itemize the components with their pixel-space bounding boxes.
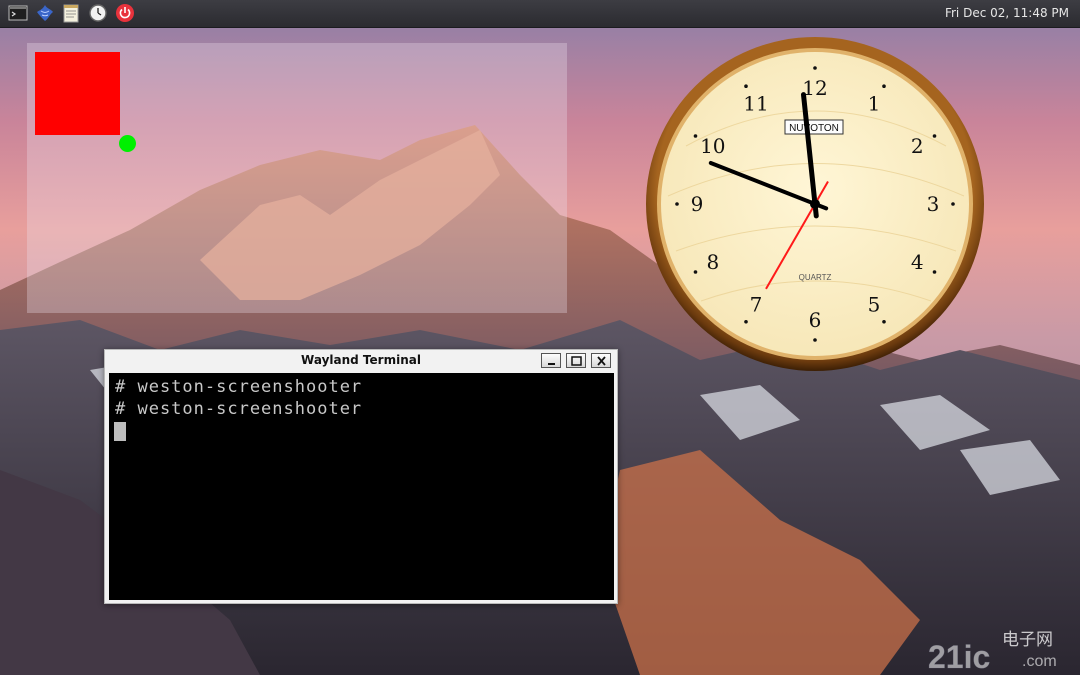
clock-icon[interactable] [88, 3, 108, 23]
clock-numeral: 2 [911, 134, 924, 158]
minimize-icon [548, 363, 555, 365]
power-icon[interactable] [115, 3, 135, 23]
terminal-line: # weston-screenshooter [115, 399, 363, 419]
watermark-cn: 电子网 [1002, 630, 1053, 650]
terminal-cursor [114, 422, 126, 441]
clock-tick [744, 319, 748, 324]
clock-tick [675, 202, 679, 206]
panel-datetime[interactable]: Fri Dec 02, 11:48 PM [945, 6, 1069, 20]
clock-tick [932, 270, 937, 274]
red-square[interactable] [35, 52, 120, 135]
clock-numeral: 3 [927, 192, 940, 216]
close-icon [597, 356, 606, 366]
clock-numeral: 5 [868, 292, 881, 316]
clock-numeral: 11 [743, 92, 768, 116]
clock-center-pin [810, 199, 820, 209]
clock-tick [813, 338, 817, 342]
clock-numeral: 10 [700, 134, 725, 158]
translucent-demo-surface[interactable] [27, 43, 567, 313]
clock-tick [882, 84, 886, 89]
clock-tick [693, 270, 698, 274]
terminal-window[interactable]: Wayland Terminal # weston-screenshooter … [104, 349, 618, 604]
maximize-button[interactable] [566, 353, 586, 368]
clock-tick [951, 202, 955, 206]
clock-tick [744, 84, 748, 89]
clock-numeral: 8 [706, 250, 719, 274]
top-panel: Fri Dec 02, 11:48 PM [0, 0, 1080, 28]
analog-clock[interactable]: 121234567891011 NUVOTON QUARTZ [646, 36, 986, 372]
notepad-icon[interactable] [61, 3, 81, 23]
clock-movement-label: QUARTZ [799, 273, 832, 282]
maximize-icon [571, 356, 582, 366]
clock-tick [932, 134, 937, 138]
watermark-domain: .com [1022, 653, 1057, 670]
flower-icon[interactable] [35, 3, 55, 23]
terminal-output[interactable]: # weston-screenshooter # weston-screensh… [109, 373, 614, 600]
watermark-21ic: 21ic [928, 639, 990, 672]
clock-brand: NUVOTON [789, 123, 839, 134]
terminal-icon[interactable] [8, 3, 28, 23]
green-dot[interactable] [119, 135, 136, 152]
terminal-line: # weston-screenshooter [115, 377, 363, 397]
clock-numeral: 9 [691, 192, 704, 216]
minimize-button[interactable] [541, 353, 561, 368]
clock-numeral: 1 [868, 92, 881, 116]
watermark-logo: 电子网 21ic .com [928, 630, 1057, 672]
clock-numeral: 4 [911, 250, 924, 274]
clock-tick [882, 319, 886, 324]
clock-tick [693, 134, 698, 138]
clock-numeral: 6 [809, 308, 822, 332]
clock-tick [813, 66, 817, 70]
clock-numeral: 7 [750, 292, 763, 316]
terminal-titlebar[interactable]: Wayland Terminal [105, 350, 617, 372]
close-button[interactable] [591, 353, 611, 368]
